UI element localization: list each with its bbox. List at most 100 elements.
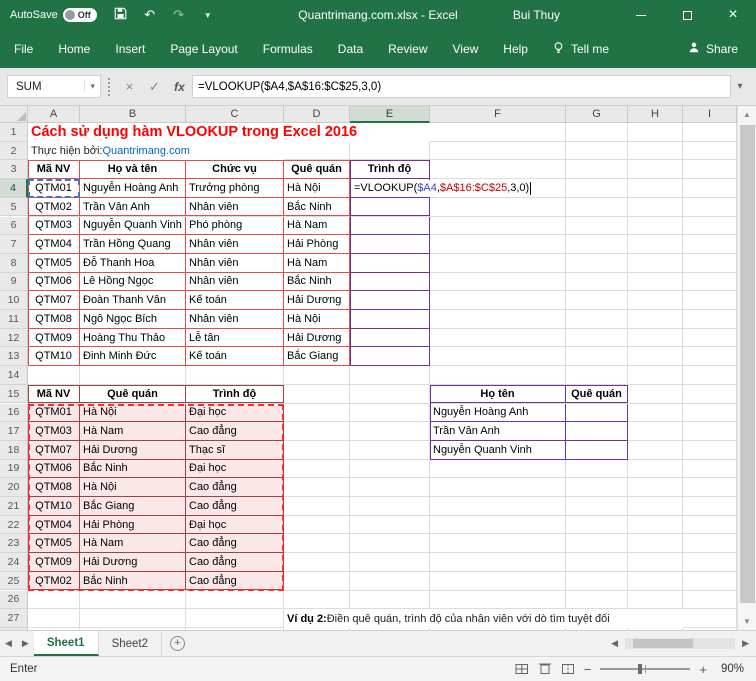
cell-F15[interactable]: Họ tên <box>430 384 566 404</box>
cell-C24[interactable]: Cao đẳng <box>186 553 284 572</box>
new-sheet-button[interactable]: + <box>170 636 186 651</box>
row-header-19[interactable]: 19 <box>0 459 28 479</box>
row-header-2[interactable]: 2 <box>0 141 28 161</box>
row-header-25[interactable]: 25 <box>0 571 28 591</box>
sheet-title-cell[interactable]: Cách sử dụng hàm VLOOKUP trong Excel 201… <box>28 123 430 142</box>
redo-icon[interactable]: ↷ <box>171 7 187 23</box>
cell-C6[interactable]: Phó phòng <box>186 216 284 236</box>
scroll-down-icon[interactable]: ▼ <box>738 613 756 630</box>
row-header-21[interactable]: 21 <box>0 497 28 516</box>
enter-button[interactable]: ✓ <box>142 75 167 98</box>
row-header-9[interactable]: 9 <box>0 272 28 292</box>
row-header-5[interactable]: 5 <box>0 197 28 217</box>
row-header-24[interactable]: 24 <box>0 553 28 572</box>
column-header-E[interactable]: E <box>350 106 430 123</box>
cell-D10[interactable]: Hải Dương <box>284 291 350 310</box>
example-note-cell[interactable]: Ví dụ 2: Điền quê quán, trình độ của nhâ… <box>284 609 683 628</box>
cell-B18[interactable]: Hải Dương <box>80 440 186 460</box>
minimize-button[interactable] <box>618 0 664 30</box>
cell-B4[interactable]: Nguyễn Hoàng Anh <box>80 179 186 198</box>
cell-A8[interactable]: QTM05 <box>28 253 80 273</box>
ribbon-tab-insert[interactable]: Insert <box>115 42 145 56</box>
cell-D7[interactable]: Hải Phòng <box>284 235 350 254</box>
cell-A12[interactable]: QTM09 <box>28 328 80 348</box>
cell-B12[interactable]: Hoàng Thu Thảo <box>80 328 186 348</box>
row-header-7[interactable]: 7 <box>0 235 28 254</box>
zoom-slider[interactable] <box>600 664 691 674</box>
autosave-toggle[interactable]: Off <box>62 8 97 22</box>
row-header-15[interactable]: 15 <box>0 384 28 404</box>
cell-A22[interactable]: QTM04 <box>28 515 80 535</box>
cell-E9[interactable] <box>350 272 430 292</box>
cell-B8[interactable]: Đỗ Thanh Hoa <box>80 253 186 273</box>
cell-B22[interactable]: Hải Phòng <box>80 515 186 535</box>
ribbon-tab-formulas[interactable]: Formulas <box>263 42 313 56</box>
cell-A17[interactable]: QTM03 <box>28 422 80 441</box>
cell-E5[interactable] <box>350 197 430 217</box>
row-header-23[interactable]: 23 <box>0 534 28 554</box>
cell-B25[interactable]: Bắc Ninh <box>80 571 186 591</box>
cell-B21[interactable]: Bắc Giang <box>80 497 186 516</box>
cell-D13[interactable]: Bắc Giang <box>284 347 350 367</box>
row-header-18[interactable]: 18 <box>0 440 28 460</box>
row-header-4[interactable]: 4 <box>0 179 28 198</box>
name-box[interactable]: SUM ▾ <box>7 75 101 98</box>
formula-input[interactable]: =VLOOKUP($A4,$A$16:$C$25,3,0) <box>192 75 731 98</box>
tell-me-button[interactable]: Tell me <box>552 41 609 58</box>
cell-A15[interactable]: Mã NV <box>28 384 80 404</box>
cell-C20[interactable]: Cao đẳng <box>186 478 284 497</box>
formula-bar-expand-icon[interactable]: ▾ <box>731 81 749 92</box>
cell-A21[interactable]: QTM10 <box>28 497 80 516</box>
cell-C11[interactable]: Nhân viên <box>186 310 284 329</box>
cell-F16[interactable]: Nguyễn Hoàng Anh <box>430 403 566 423</box>
select-all-corner[interactable] <box>0 106 28 123</box>
byline-cell[interactable]: Thực hiện bởi: Quantrimang.com <box>28 141 284 161</box>
cell-C4[interactable]: Trưởng phòng <box>186 179 284 198</box>
row-header-14[interactable]: 14 <box>0 366 28 385</box>
sheet-tab-sheet1[interactable]: Sheet1 <box>33 631 99 656</box>
cell-C15[interactable]: Trình độ <box>186 384 284 404</box>
cell-B16[interactable]: Hà Nội <box>80 403 186 423</box>
zoom-out-icon[interactable]: − <box>584 662 592 677</box>
cell-F17[interactable]: Trần Vân Anh <box>430 422 566 441</box>
autosave-control[interactable]: AutoSave Off <box>10 8 97 22</box>
name-box-dropdown-icon[interactable]: ▾ <box>84 79 97 92</box>
cell-A24[interactable]: QTM09 <box>28 553 80 572</box>
save-icon[interactable] <box>113 7 129 24</box>
cell-A19[interactable]: QTM06 <box>28 459 80 479</box>
zoom-level[interactable]: 90% <box>716 663 744 675</box>
cell-C16[interactable]: Đại học <box>186 403 284 423</box>
cell-D4[interactable]: Hà Nội <box>284 179 350 198</box>
row-header-26[interactable]: 26 <box>0 590 28 610</box>
cell-E7[interactable] <box>350 235 430 254</box>
cell-C19[interactable]: Đại học <box>186 459 284 479</box>
horizontal-scrollbar[interactable]: ◀ ▶ <box>606 638 754 649</box>
row-header-6[interactable]: 6 <box>0 216 28 236</box>
cell-G18[interactable] <box>566 440 628 460</box>
column-header-C[interactable]: C <box>186 106 284 123</box>
cell-D9[interactable]: Bắc Ninh <box>284 272 350 292</box>
row-header-17[interactable]: 17 <box>0 422 28 441</box>
cell-A5[interactable]: QTM02 <box>28 197 80 217</box>
cell-B13[interactable]: Đinh Minh Đức <box>80 347 186 367</box>
vertical-scrollbar-thumb[interactable] <box>740 125 755 603</box>
user-name[interactable]: Bui Thuy <box>513 0 560 30</box>
cell-F18[interactable]: Nguyễn Quanh Vinh <box>430 440 566 460</box>
cell-A6[interactable]: QTM03 <box>28 216 80 236</box>
cell-C10[interactable]: Kế toán <box>186 291 284 310</box>
cell-B24[interactable]: Hải Dương <box>80 553 186 572</box>
normal-view-icon[interactable] <box>515 663 529 675</box>
ribbon-tab-home[interactable]: Home <box>58 42 90 56</box>
ribbon-tab-file[interactable]: File <box>14 42 33 56</box>
cell-editor[interactable]: =VLOOKUP($A4, $A$16:$C$25,3,0) <box>351 180 549 197</box>
cell-C5[interactable]: Nhân viên <box>186 197 284 217</box>
cell-C9[interactable]: Nhân viên <box>186 272 284 292</box>
vertical-scrollbar[interactable]: ▲ ▼ <box>737 106 756 630</box>
cell-A10[interactable]: QTM07 <box>28 291 80 310</box>
cell-G15[interactable]: Quê quán <box>566 384 628 404</box>
cell-A25[interactable]: QTM02 <box>28 571 80 591</box>
row-header-28[interactable]: 28 <box>0 627 28 630</box>
sheet-nav-left-icon[interactable]: ◀ <box>0 638 17 649</box>
cell-A9[interactable]: QTM06 <box>28 272 80 292</box>
cell-B6[interactable]: Nguyễn Quanh Vinh <box>80 216 186 236</box>
